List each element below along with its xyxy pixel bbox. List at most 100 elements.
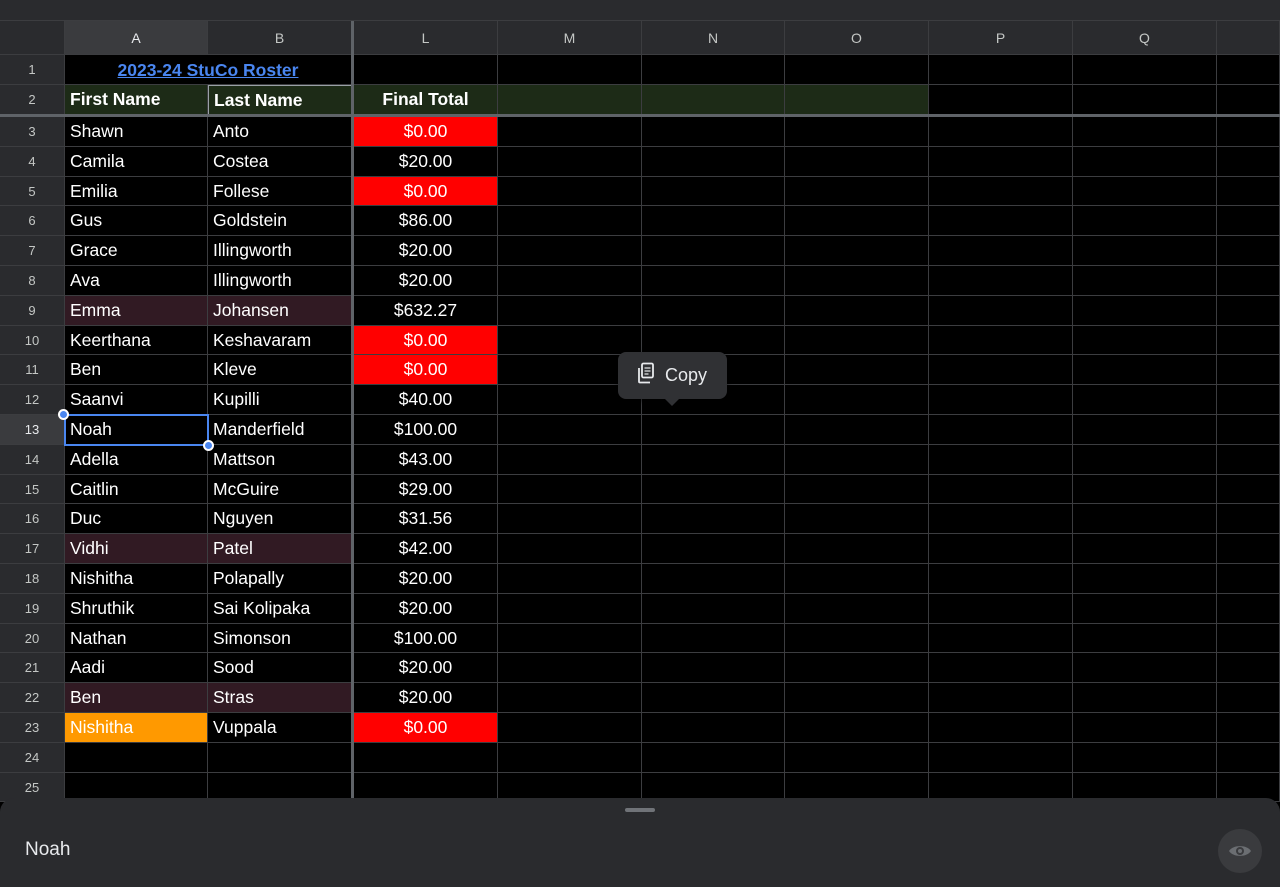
- cell-p[interactable]: [929, 325, 1073, 356]
- row-header-24[interactable]: 24: [0, 742, 65, 773]
- cell-first-name[interactable]: Emilia: [65, 176, 208, 207]
- cell-p[interactable]: [929, 176, 1073, 207]
- cell-r[interactable]: [1217, 295, 1280, 326]
- cell-q[interactable]: [1073, 444, 1217, 475]
- cell-p[interactable]: [929, 683, 1073, 713]
- cell-n1[interactable]: [642, 55, 785, 85]
- cell-m[interactable]: [498, 266, 642, 296]
- cell-last-name[interactable]: Keshavaram: [208, 325, 352, 356]
- row-header-13[interactable]: 13: [0, 415, 65, 445]
- row-header-9[interactable]: 9: [0, 295, 65, 326]
- cell-first-name[interactable]: Caitlin: [65, 474, 208, 505]
- cell-q[interactable]: [1073, 266, 1217, 296]
- cell-q[interactable]: [1073, 713, 1217, 743]
- cell-q[interactable]: [1073, 176, 1217, 207]
- cell-o[interactable]: [785, 534, 929, 564]
- roster-title-link[interactable]: 2023-24 StuCo Roster: [65, 55, 352, 85]
- cell-q[interactable]: [1073, 325, 1217, 356]
- cell-n[interactable]: [642, 415, 785, 445]
- cell-q[interactable]: [1073, 355, 1217, 386]
- row-header-17[interactable]: 17: [0, 534, 65, 564]
- cell-r[interactable]: [1217, 564, 1280, 594]
- cell-m2[interactable]: [498, 85, 642, 115]
- cell-r2[interactable]: [1217, 85, 1280, 115]
- cell-n[interactable]: [642, 117, 785, 147]
- cell-p[interactable]: [929, 295, 1073, 326]
- cell-p2[interactable]: [929, 85, 1073, 115]
- cell-q[interactable]: [1073, 295, 1217, 326]
- cell-last-name[interactable]: Illingworth: [208, 266, 352, 296]
- cell-q[interactable]: [1073, 593, 1217, 624]
- cell-q[interactable]: [1073, 385, 1217, 415]
- cell-last-name[interactable]: [208, 742, 352, 773]
- cell-final-total[interactable]: $20.00: [354, 146, 498, 177]
- cell-r[interactable]: [1217, 474, 1280, 505]
- copy-button[interactable]: Copy: [618, 352, 727, 406]
- cell-n[interactable]: [642, 206, 785, 237]
- cell-r[interactable]: [1217, 385, 1280, 415]
- cell-first-name[interactable]: Nishitha: [65, 564, 208, 594]
- cell-last-name[interactable]: Manderfield: [208, 415, 352, 445]
- cell-o[interactable]: [785, 564, 929, 594]
- cell-p[interactable]: [929, 534, 1073, 564]
- row-header-1[interactable]: 1: [0, 55, 65, 85]
- cell-m[interactable]: [498, 325, 642, 356]
- cell-p1[interactable]: [929, 55, 1073, 85]
- cell-first-name[interactable]: Aadi: [65, 653, 208, 684]
- cell-m[interactable]: [498, 653, 642, 684]
- cell-last-name[interactable]: Nguyen: [208, 504, 352, 535]
- cell-m[interactable]: [498, 683, 642, 713]
- cell-final-total[interactable]: $0.00: [354, 176, 498, 207]
- cell-n[interactable]: [642, 504, 785, 535]
- row-header-20[interactable]: 20: [0, 623, 65, 654]
- cell-n[interactable]: [642, 564, 785, 594]
- cell-n[interactable]: [642, 742, 785, 773]
- cell-p[interactable]: [929, 236, 1073, 266]
- cell-final-total[interactable]: $20.00: [354, 266, 498, 296]
- cell-m[interactable]: [498, 623, 642, 654]
- cell-last-name[interactable]: Mattson: [208, 444, 352, 475]
- row-header-6[interactable]: 6: [0, 206, 65, 237]
- cell-n[interactable]: [642, 653, 785, 684]
- cell-q2[interactable]: [1073, 85, 1217, 115]
- column-header-n[interactable]: N: [642, 21, 785, 55]
- cell-r[interactable]: [1217, 236, 1280, 266]
- cell-p[interactable]: [929, 504, 1073, 535]
- cell-n[interactable]: [642, 534, 785, 564]
- cell-last-name[interactable]: Follese: [208, 176, 352, 207]
- cell-last-name[interactable]: Kleve: [208, 355, 352, 386]
- cell-o[interactable]: [785, 623, 929, 654]
- row-header-10[interactable]: 10: [0, 325, 65, 356]
- cell-r[interactable]: [1217, 593, 1280, 624]
- cell-p[interactable]: [929, 564, 1073, 594]
- header-final-total[interactable]: Final Total: [354, 85, 498, 115]
- row-header-16[interactable]: 16: [0, 504, 65, 535]
- cell-o[interactable]: [785, 385, 929, 415]
- cell-r[interactable]: [1217, 415, 1280, 445]
- cell-m[interactable]: [498, 117, 642, 147]
- cell-q[interactable]: [1073, 236, 1217, 266]
- cell-p[interactable]: [929, 593, 1073, 624]
- cell-last-name[interactable]: Stras: [208, 683, 352, 713]
- cell-n[interactable]: [642, 236, 785, 266]
- cell-p[interactable]: [929, 206, 1073, 237]
- cell-r[interactable]: [1217, 146, 1280, 177]
- cell-m[interactable]: [498, 206, 642, 237]
- column-header-o[interactable]: O: [785, 21, 929, 55]
- cell-p[interactable]: [929, 713, 1073, 743]
- row-header-8[interactable]: 8: [0, 266, 65, 296]
- cell-m[interactable]: [498, 713, 642, 743]
- cell-p[interactable]: [929, 117, 1073, 147]
- column-header-a[interactable]: A: [65, 21, 208, 55]
- cell-final-total[interactable]: $100.00: [354, 415, 498, 445]
- cell-r[interactable]: [1217, 683, 1280, 713]
- cell-last-name[interactable]: Sood: [208, 653, 352, 684]
- cell-n[interactable]: [642, 474, 785, 505]
- cell-r[interactable]: [1217, 713, 1280, 743]
- cell-o2[interactable]: [785, 85, 929, 115]
- cell-last-name[interactable]: Simonson: [208, 623, 352, 654]
- cell-last-name[interactable]: Illingworth: [208, 236, 352, 266]
- header-last-name[interactable]: Last Name: [208, 85, 352, 115]
- cell-last-name[interactable]: Anto: [208, 117, 352, 147]
- cell-last-name[interactable]: McGuire: [208, 474, 352, 505]
